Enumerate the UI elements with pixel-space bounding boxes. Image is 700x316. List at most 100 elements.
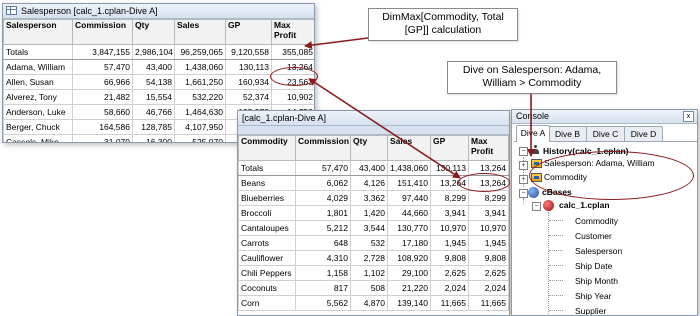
table-row[interactable]: Adama, William 57,470 43,400 1,438,060 130,1… (3, 59, 314, 75)
value-cell[interactable]: 817 (295, 280, 351, 296)
value-cell[interactable]: 57,470 (72, 59, 133, 75)
value-cell[interactable]: 3,847,155 (72, 44, 133, 60)
value-cell[interactable]: 648 (295, 235, 351, 251)
value-cell[interactable]: 1,945 (430, 235, 469, 251)
window1-column-header[interactable]: Qty (132, 19, 175, 45)
value-cell[interactable]: 31,070 (72, 134, 133, 142)
tab-dive-c[interactable]: Dive C (586, 126, 625, 141)
value-cell[interactable]: 97,440 (387, 190, 431, 206)
table-row[interactable]: Alverez, Tony 21,482 15,554 532,220 52,374 10… (3, 89, 314, 105)
window1-column-header[interactable]: Commission (72, 19, 133, 45)
table-row[interactable]: Broccoli 1,801 1,420 44,660 3,941 3,941 (238, 205, 509, 221)
row-label-cell[interactable]: Beans (238, 175, 296, 191)
value-cell[interactable]: 3,362 (350, 190, 388, 206)
window1-column-header[interactable]: Sales (174, 19, 226, 45)
table-row[interactable]: Cauliflower 4,310 2,728 108,920 9,808 9,808 (238, 250, 509, 266)
window2-column-header[interactable]: GP (430, 135, 469, 161)
table-row[interactable]: Totals 3,847,155 2,986,104 96,259,065 9,120,… (3, 44, 314, 60)
table-row[interactable]: Totals 57,470 43,400 1,438,060 130,113 13,264 (238, 160, 509, 176)
value-cell[interactable]: 525,070 (174, 134, 226, 142)
value-cell[interactable]: 96,259,065 (174, 44, 226, 60)
value-cell[interactable]: 57,470 (295, 160, 351, 176)
value-cell[interactable]: 130,770 (387, 220, 431, 236)
collapse-icon[interactable]: − (519, 189, 528, 198)
table-row[interactable]: Cantaloupes 5,212 3,544 130,770 10,970 10,970 (238, 220, 509, 236)
value-cell[interactable]: 130,113 (225, 59, 272, 75)
value-cell[interactable]: 11,665 (468, 295, 509, 311)
value-cell[interactable]: 532 (350, 235, 388, 251)
value-cell[interactable]: 17,180 (387, 235, 431, 251)
row-label-cell[interactable]: Totals (238, 160, 296, 176)
value-cell[interactable]: 3,941 (430, 205, 469, 221)
value-cell[interactable]: 6,062 (295, 175, 351, 191)
row-label-cell[interactable]: Broccoli (238, 205, 296, 221)
value-cell[interactable]: 46,766 (132, 104, 175, 120)
commodity-window-titlebar[interactable]: [calc_1.cplan-Dive A] (238, 111, 509, 126)
value-cell[interactable]: 2,625 (430, 265, 469, 281)
window2-column-header[interactable]: Commission (295, 135, 351, 161)
value-cell[interactable]: 3,544 (350, 220, 388, 236)
dimension-item[interactable]: Supplier (575, 305, 606, 315)
value-cell[interactable]: 10,902 (271, 89, 314, 105)
value-cell[interactable]: 151,410 (387, 175, 431, 191)
window2-column-header[interactable]: Max Profit (468, 135, 509, 161)
table-row[interactable]: Blueberries 4,029 3,362 97,440 8,299 8,299 (238, 190, 509, 206)
table-row[interactable]: Coconuts 817 508 21,220 2,024 2,024 (238, 280, 509, 296)
value-cell[interactable]: 58,660 (72, 104, 133, 120)
value-cell[interactable]: 16,300 (132, 134, 175, 142)
window1-column-header[interactable]: GP (225, 19, 272, 45)
row-label-cell[interactable]: Totals (3, 44, 73, 60)
value-cell[interactable]: 2,024 (468, 280, 509, 296)
value-cell[interactable]: 4,029 (295, 190, 351, 206)
salesperson-window-titlebar[interactable]: Salesperson [calc_1.cplan-Dive A] (3, 4, 314, 19)
dimension-item[interactable]: Ship Date (575, 260, 612, 272)
value-cell[interactable]: 1,438,060 (387, 160, 431, 176)
value-cell[interactable]: 54,138 (132, 74, 175, 90)
tab-dive-d[interactable]: Dive D (624, 126, 663, 141)
row-label-cell[interactable]: Chili Peppers (238, 265, 296, 281)
row-label-cell[interactable]: Corn (238, 295, 296, 311)
value-cell[interactable]: 9,808 (430, 250, 469, 266)
value-cell[interactable]: 532,220 (174, 89, 226, 105)
value-cell[interactable]: 108,920 (387, 250, 431, 266)
dimension-item[interactable]: Ship Year (575, 290, 611, 302)
value-cell[interactable]: 8,299 (430, 190, 469, 206)
value-cell[interactable]: 128,785 (132, 119, 175, 135)
value-cell[interactable]: 52,374 (225, 89, 272, 105)
expand-icon[interactable]: + (519, 175, 528, 184)
value-cell[interactable]: 2,024 (430, 280, 469, 296)
value-cell[interactable]: 44,660 (387, 205, 431, 221)
row-label-cell[interactable]: Cauliflower (238, 250, 296, 266)
dimension-item[interactable]: Salesperson (575, 245, 622, 257)
value-cell[interactable]: 15,554 (132, 89, 175, 105)
value-cell[interactable]: 4,126 (350, 175, 388, 191)
value-cell[interactable]: 1,158 (295, 265, 351, 281)
row-label-cell[interactable]: Carrots (238, 235, 296, 251)
row-label-cell[interactable]: Cantaloupes (238, 220, 296, 236)
value-cell[interactable]: 43,400 (350, 160, 388, 176)
expand-icon[interactable]: + (519, 161, 528, 170)
row-label-cell[interactable]: Blueberries (238, 190, 296, 206)
value-cell[interactable]: 10,970 (430, 220, 469, 236)
value-cell[interactable]: 29,100 (387, 265, 431, 281)
value-cell[interactable]: 5,212 (295, 220, 351, 236)
value-cell[interactable]: 130,113 (430, 160, 469, 176)
value-cell[interactable]: 2,625 (468, 265, 509, 281)
row-label-cell[interactable]: Coconuts (238, 280, 296, 296)
table-row[interactable]: Carrots 648 532 17,180 1,945 1,945 (238, 235, 509, 251)
dimension-item[interactable]: Ship Month (575, 275, 618, 287)
value-cell[interactable]: 1,102 (350, 265, 388, 281)
tab-dive-b[interactable]: Dive B (548, 126, 587, 141)
value-cell[interactable]: 8,299 (468, 190, 509, 206)
value-cell[interactable]: 21,220 (387, 280, 431, 296)
value-cell[interactable]: 2,986,104 (132, 44, 175, 60)
value-cell[interactable]: 4,870 (350, 295, 388, 311)
value-cell[interactable]: 139,140 (387, 295, 431, 311)
window1-column-header[interactable]: Max Profit (271, 19, 314, 45)
value-cell[interactable]: 355,085 (271, 44, 314, 60)
value-cell[interactable]: 1,661,250 (174, 74, 226, 90)
table-row[interactable]: Allen, Susan 66,966 54,138 1,661,250 160,934… (3, 74, 314, 90)
collapse-icon[interactable]: − (532, 202, 541, 211)
dimension-item[interactable]: Customer (575, 230, 612, 242)
value-cell[interactable]: 164,586 (72, 119, 133, 135)
